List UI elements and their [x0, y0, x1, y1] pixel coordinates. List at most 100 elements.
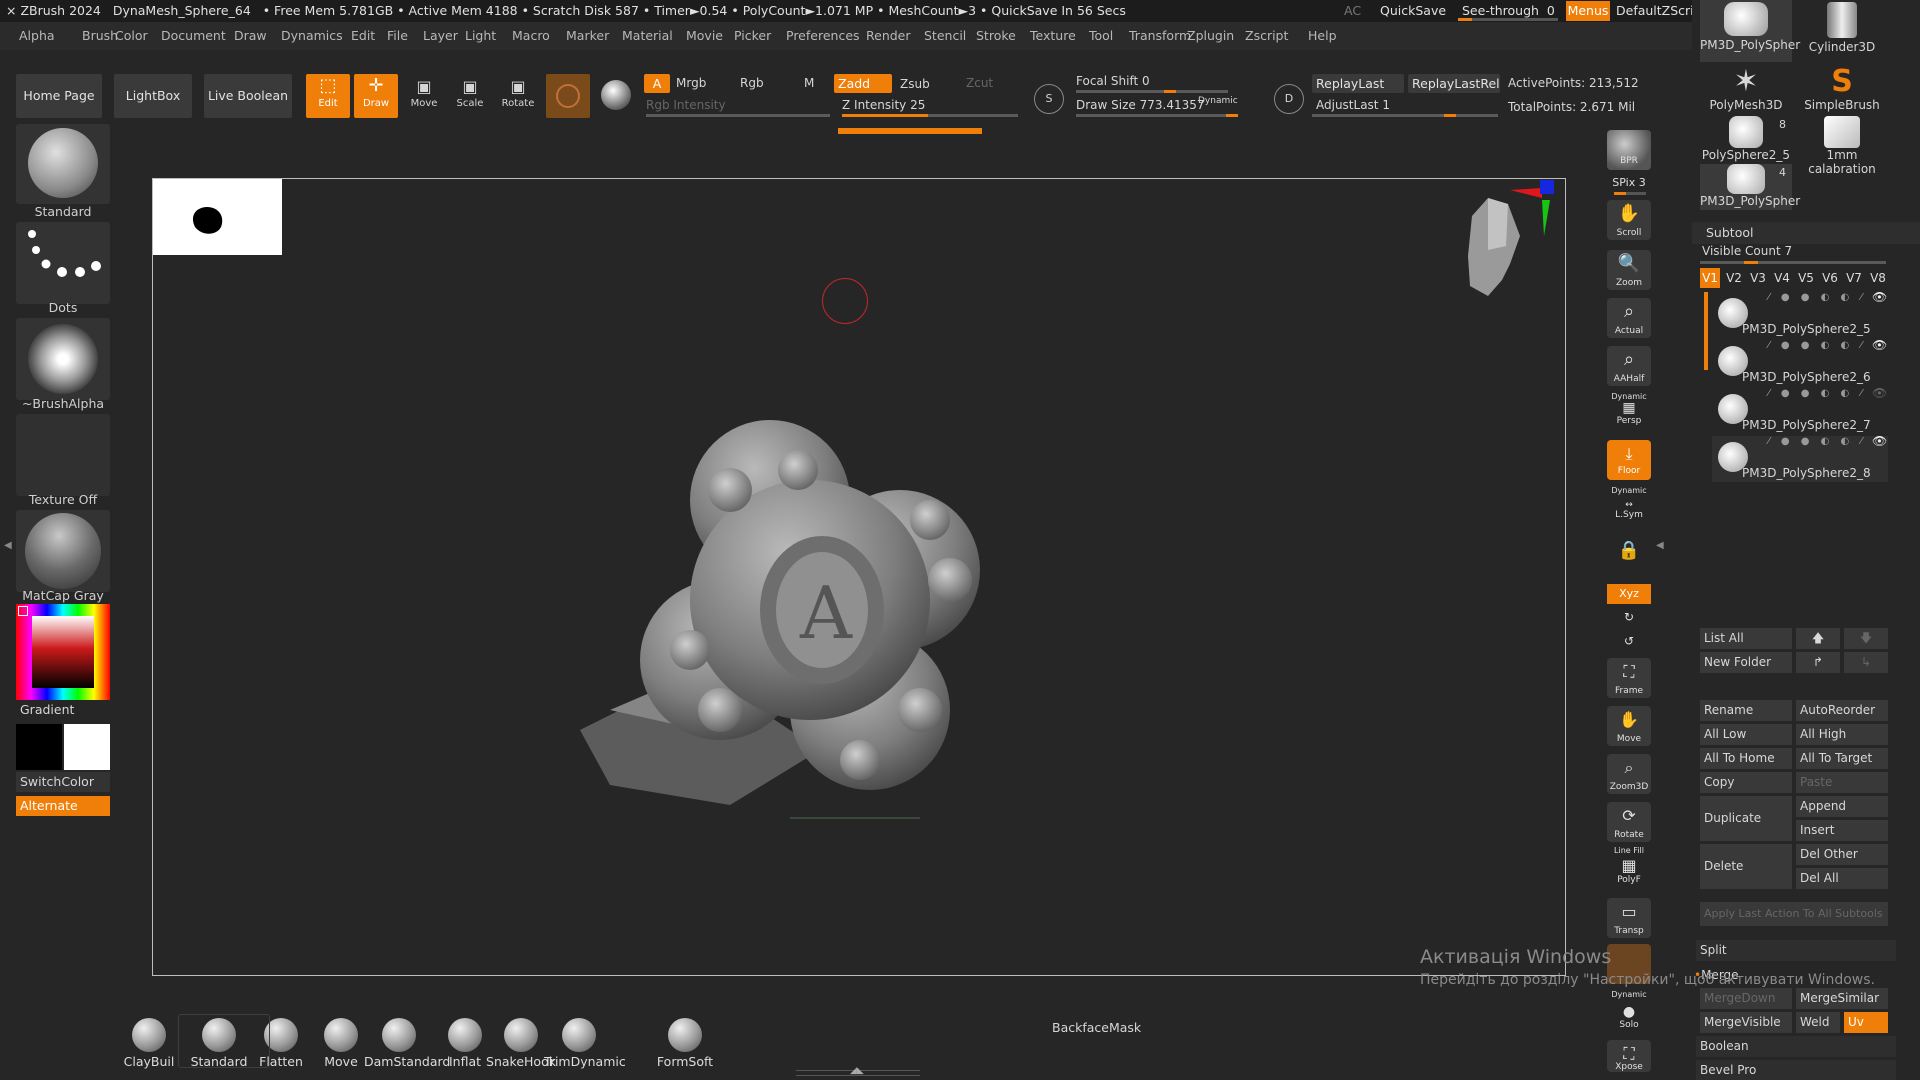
visibility-eye-icon[interactable]: 👁 [1872, 434, 1887, 448]
weld-button[interactable]: Weld [1796, 1012, 1840, 1033]
move-view-button[interactable]: ✋ Move [1607, 706, 1651, 746]
menu-dynamics[interactable]: Dynamics [281, 28, 343, 43]
scale-mode-button[interactable]: ▣ Scale [448, 76, 492, 120]
draw-size-slider[interactable] [1076, 114, 1238, 117]
z-intensity-slider[interactable] [842, 114, 1018, 117]
bottom-brush-trimdynamic[interactable]: TrimDynamic [544, 1018, 626, 1069]
subtool-toggle-icons[interactable]: ⁄ ● ● ◐ ◐ ⁄ [1768, 340, 1866, 351]
menu-movie[interactable]: Movie [686, 28, 723, 43]
alpha-selector[interactable] [16, 318, 110, 400]
folder-forward-icon[interactable]: ↱ [1796, 652, 1840, 673]
menu-light[interactable]: Light [465, 28, 496, 43]
visibility-tab-v6[interactable]: V6 [1820, 268, 1840, 288]
menu-zscript[interactable]: Zscript [1245, 28, 1288, 43]
color-picker[interactable] [16, 604, 110, 700]
home-page-button[interactable]: Home Page [16, 74, 102, 118]
navigation-thumbnail[interactable] [153, 179, 282, 255]
visibility-eye-icon[interactable]: 👁 [1872, 338, 1887, 352]
subtool-row[interactable]: ⁄ ● ● ◐ ◐ ⁄ 👁 PM3D_PolySphere2_7 [1712, 386, 1888, 434]
lazy-d-icon[interactable]: D [1274, 84, 1304, 114]
visibility-tab-v7[interactable]: V7 [1844, 268, 1864, 288]
mergedown-button[interactable]: MergeDown [1700, 988, 1792, 1009]
aahalf-button[interactable]: ⌕ AAHalf [1607, 346, 1651, 386]
frame-button[interactable]: ⛶ Frame [1607, 658, 1651, 698]
folder-back-icon[interactable]: ↳ [1844, 652, 1888, 673]
menu-color[interactable]: Color [115, 28, 148, 43]
switchcolor-button[interactable]: SwitchColor [16, 772, 110, 792]
visibility-tab-v4[interactable]: V4 [1772, 268, 1792, 288]
all-high-button[interactable]: All High [1796, 724, 1888, 745]
rotate-mode-button[interactable]: ▣ Rotate [496, 76, 540, 120]
lsym-button[interactable]: ↔ L.Sym [1607, 500, 1651, 520]
copy-button[interactable]: Copy [1700, 772, 1792, 793]
subtool-row[interactable]: ⁄ ● ● ◐ ◐ ⁄ 👁 PM3D_PolySphere2_5 [1712, 290, 1888, 338]
append-button[interactable]: Append [1796, 796, 1888, 817]
menu-stroke[interactable]: Stroke [976, 28, 1016, 43]
sculpt-model[interactable]: A [570, 410, 1030, 830]
left-collapse-icon[interactable]: ◀ [4, 540, 12, 551]
menu-layer[interactable]: Layer [423, 28, 458, 43]
visibility-tab-v8[interactable]: V8 [1868, 268, 1888, 288]
quicksave-button[interactable]: QuickSave [1380, 3, 1446, 18]
a-toggle[interactable]: A [644, 74, 670, 93]
replaylast-button[interactable]: ReplayLast [1312, 74, 1404, 93]
floor-button[interactable]: ⤓ Floor [1607, 440, 1651, 480]
solo-button[interactable]: ● Solo [1607, 1004, 1651, 1030]
bottom-brush-claybuil[interactable]: ClayBuil [114, 1018, 184, 1069]
mrgb-toggle[interactable]: Mrgb [676, 76, 706, 90]
autoreorder-button[interactable]: AutoReorder [1796, 700, 1888, 721]
alternate-button[interactable]: Alternate [16, 796, 110, 816]
rotate-y-icon[interactable]: ↻ [1607, 610, 1651, 624]
persp-button[interactable]: ▦ Persp [1607, 400, 1651, 426]
backface-mask-button[interactable]: BackfaceMask [1052, 1020, 1141, 1035]
insert-button[interactable]: Insert [1796, 820, 1888, 841]
rotate-view-button[interactable]: ⟳ Rotate [1607, 802, 1651, 842]
apply-last-action-button[interactable]: Apply Last Action To All Subtools [1700, 902, 1888, 926]
visibility-tab-v5[interactable]: V5 [1796, 268, 1816, 288]
all-to-home-button[interactable]: All To Home [1700, 748, 1792, 769]
tool-thumb-cylinder3d[interactable]: Cylinder3D [1796, 0, 1888, 62]
tool-thumb-polymesh3d[interactable]: ✶ PolyMesh3D [1700, 66, 1792, 113]
draw-mode-button[interactable]: ✛ Draw [354, 74, 398, 118]
focal-shift-slider[interactable] [1076, 90, 1228, 93]
all-low-button[interactable]: All Low [1700, 724, 1792, 745]
menu-tool[interactable]: Tool [1089, 28, 1113, 43]
menu-document[interactable]: Document [161, 28, 226, 43]
m-toggle[interactable]: M [804, 76, 814, 90]
view-navigator-head[interactable] [1458, 176, 1568, 306]
transp-button[interactable]: ▭ Transp [1607, 898, 1651, 938]
menu-render[interactable]: Render [866, 28, 911, 43]
lsym-dynamic-label[interactable]: Dynamic [1607, 486, 1651, 495]
subtool-header[interactable]: Subtool [1692, 222, 1920, 244]
mergesimilar-button[interactable]: MergeSimilar [1796, 988, 1888, 1009]
bottom-brush-formsoft[interactable]: FormSoft [650, 1018, 720, 1069]
boolean-section[interactable]: Boolean [1696, 1036, 1896, 1057]
split-section[interactable]: Split [1696, 940, 1896, 961]
bevel-pro-section[interactable]: Bevel Pro [1696, 1060, 1896, 1080]
lightbox-button[interactable]: LightBox [114, 74, 192, 118]
paste-button[interactable]: Paste [1796, 772, 1888, 793]
visibility-tab-v2[interactable]: V2 [1724, 268, 1744, 288]
resize-arrows-icon[interactable]: ◢◣ [850, 1066, 864, 1076]
ac-label[interactable]: AC [1344, 3, 1361, 18]
actual-button[interactable]: ⌕ Actual [1607, 298, 1651, 338]
subtool-row[interactable]: ⁄ ● ● ◐ ◐ ⁄ 👁 PM3D_PolySphere2_6 [1712, 338, 1888, 386]
menu-transform[interactable]: Transform [1129, 28, 1191, 43]
zadd-toggle[interactable]: Zadd [834, 74, 892, 93]
menus-toggle-button[interactable]: Menus [1566, 1, 1610, 21]
menu-brush[interactable]: Brush [82, 28, 118, 43]
edit-mode-button[interactable]: ⬚ Edit [306, 74, 350, 118]
spix-label[interactable]: SPix 3 [1607, 176, 1651, 189]
del-all-button[interactable]: Del All [1796, 868, 1888, 889]
visibility-eye-icon[interactable]: 👁 [1872, 386, 1887, 400]
tool-thumb-simplebrush[interactable]: S SimpleBrush [1796, 66, 1888, 113]
zsub-toggle[interactable]: Zsub [900, 77, 930, 91]
rgb-toggle[interactable]: Rgb [740, 76, 764, 90]
menu-material[interactable]: Material [622, 28, 673, 43]
lock-button[interactable]: 🔒 [1607, 540, 1651, 561]
secondary-color-swatch[interactable] [64, 724, 110, 770]
menu-zplugin[interactable]: Zplugin [1187, 28, 1234, 43]
move-mode-button[interactable]: ▣ Move [402, 76, 446, 120]
material-swatch-button[interactable] [546, 74, 590, 118]
seethrough-slider[interactable] [1458, 18, 1558, 21]
